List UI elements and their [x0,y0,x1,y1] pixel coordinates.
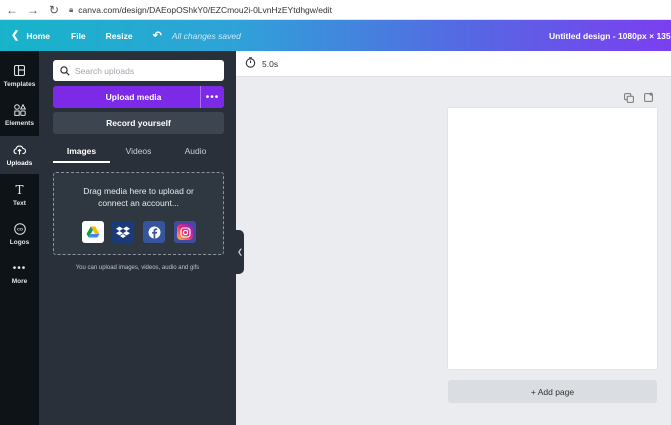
text-icon: T [15,182,24,197]
add-page-icon[interactable] [644,92,654,104]
search-input[interactable] [75,65,215,76]
collapse-panel-handle[interactable]: ❮ [236,230,244,274]
instagram-icon[interactable] [174,221,196,243]
rail-label-templates: Templates [3,80,36,88]
timer-icon[interactable] [245,56,256,71]
dropzone-text: Drag media here to upload or connect an … [54,185,223,209]
browser-address-bar: ← → ↻ 🔒︎ canva.com/design/DAEopOShkY0/EZ… [0,0,671,20]
url-text: canva.com/design/DAEopOShkY0/EZCmou2i-0L… [78,4,332,15]
duplicate-page-icon[interactable] [624,93,634,105]
rail-item-uploads[interactable]: Uploads [0,136,39,174]
document-title[interactable]: Untitled design - 1080px × 1350px [549,20,671,51]
dropbox-icon[interactable] [112,221,134,243]
home-button[interactable]: ❮ Home [0,30,50,41]
editor-toolbar: ❮ Home File Resize ↶ All changes saved U… [0,20,671,51]
search-box[interactable] [53,60,224,81]
home-label: Home [26,30,51,41]
upload-dropzone[interactable]: Drag media here to upload or connect an … [53,172,224,255]
resize-button[interactable]: Resize [106,31,133,41]
reload-icon[interactable]: ↻ [45,0,63,20]
rail-label-uploads: Uploads [6,159,33,167]
chevron-left-icon: ❮ [11,30,20,41]
google-drive-icon[interactable] [82,221,104,243]
templates-icon [13,64,26,78]
back-arrow-icon[interactable]: ← [3,0,21,20]
canvas-header: 5.0s [236,51,671,77]
chevron-left-icon: ❮ [237,249,243,256]
forward-arrow-icon[interactable]: → [24,0,42,20]
add-page-button[interactable]: + Add page [448,380,657,403]
side-nav-rail: Templates Elements Uploads T Text CO Log… [0,51,39,425]
rail-label-text: Text [13,199,26,207]
dropzone-text-line-1: Drag media here to upload or [83,186,194,196]
tab-videos[interactable]: Videos [110,141,167,163]
instagram-glyph [177,224,193,240]
svg-text:CO: CO [17,226,23,231]
rail-item-templates[interactable]: Templates [0,57,39,95]
upload-hint: You can upload images, videos, audio and… [75,265,200,271]
elements-icon [13,103,26,117]
rail-label-logos: Logos [9,238,30,246]
rail-item-elements[interactable]: Elements [0,96,39,134]
undo-icon[interactable]: ↶ [153,29,162,42]
tab-audio[interactable]: Audio [167,141,224,163]
lock-icon: 🔒︎ [69,4,74,14]
rail-item-more[interactable]: ••• More [0,254,39,292]
upload-media-button[interactable]: Upload media ••• [53,86,224,108]
tab-images[interactable]: Images [53,141,110,163]
upload-media-label: Upload media [105,92,162,102]
search-icon [60,65,70,76]
file-menu-button[interactable]: File [71,31,86,41]
url-field[interactable]: 🔒︎ canva.com/design/DAEopOShkY0/EZCmou2i… [69,2,332,18]
record-yourself-button[interactable]: Record yourself [53,112,224,134]
more-options-icon[interactable]: ••• [200,86,224,108]
design-page[interactable] [448,108,657,369]
logos-icon: CO [13,222,26,236]
rail-label-more: More [11,277,28,285]
rail-item-text[interactable]: T Text [0,176,39,214]
rail-item-logos[interactable]: CO Logos [0,215,39,253]
duration-value[interactable]: 5.0s [262,59,278,69]
rail-label-elements: Elements [5,119,34,127]
uploads-icon [13,144,27,157]
dropzone-text-line-2: connect an account... [98,198,179,208]
more-icon: ••• [12,262,27,274]
media-tabs: Images Videos Audio [53,141,224,163]
facebook-icon[interactable] [143,221,165,243]
uploads-panel: Upload media ••• Record yourself Images … [39,51,236,425]
save-status: All changes saved [171,30,241,41]
